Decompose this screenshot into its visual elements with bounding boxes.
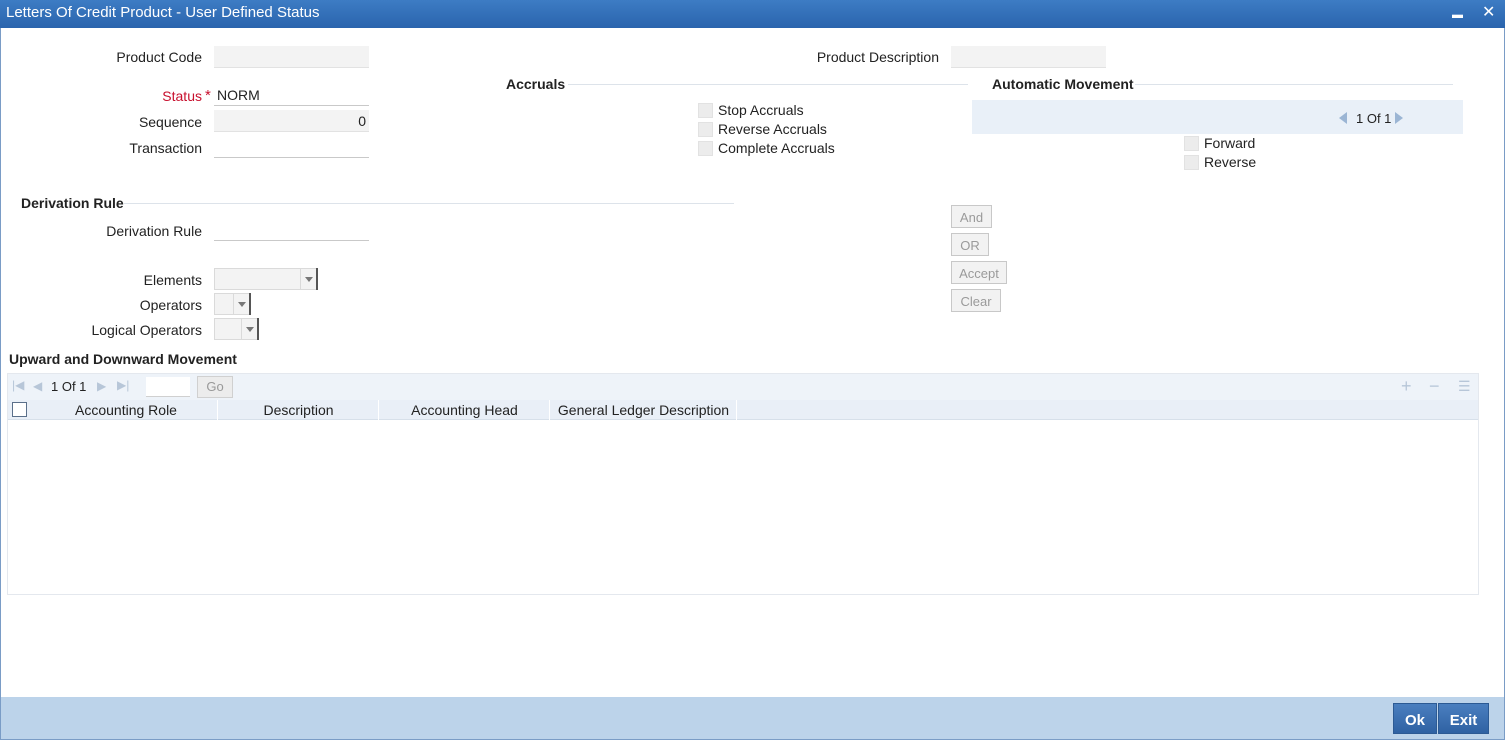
reverse-checkbox[interactable]	[1184, 155, 1199, 170]
accruals-divider	[568, 84, 968, 85]
previous-page-icon[interactable]: ◀	[33, 379, 42, 393]
logical-operators-select[interactable]	[214, 318, 259, 340]
automatic-movement-pager-bar: 1 Of 1	[972, 100, 1463, 134]
column-header-accounting-head[interactable]: Accounting Head	[380, 400, 550, 420]
ok-button[interactable]: Ok	[1393, 703, 1437, 734]
accept-button[interactable]: Accept	[951, 261, 1007, 284]
transaction-field[interactable]	[214, 136, 369, 158]
product-description-field[interactable]	[951, 46, 1106, 68]
derivation-rule-heading: Derivation Rule	[21, 195, 124, 211]
sequence-field[interactable]	[214, 110, 369, 132]
derivation-rule-label: Derivation Rule	[106, 223, 202, 239]
minimize-icon[interactable]: ▬	[1452, 6, 1463, 24]
and-button[interactable]: And	[951, 205, 992, 228]
window-titlebar: Letters Of Credit Product - User Defined…	[0, 0, 1505, 28]
remove-row-icon[interactable]: −	[1429, 376, 1440, 397]
status-field[interactable]	[214, 84, 369, 106]
select-all-checkbox[interactable]	[12, 402, 27, 417]
complete-accruals-checkbox[interactable]	[698, 141, 713, 156]
automatic-movement-heading: Automatic Movement	[992, 76, 1134, 92]
previous-record-icon[interactable]	[1339, 112, 1347, 124]
view-rows-icon[interactable]: ☰	[1458, 378, 1471, 395]
page-number-input[interactable]	[146, 377, 190, 397]
window-title: Letters Of Credit Product - User Defined…	[6, 4, 320, 21]
chevron-down-icon	[300, 269, 317, 289]
add-row-icon[interactable]: +	[1401, 376, 1412, 397]
column-header-accounting-role[interactable]: Accounting Role	[35, 400, 218, 420]
chevron-down-icon	[233, 294, 250, 314]
stop-accruals-label: Stop Accruals	[718, 102, 804, 118]
complete-accruals-label: Complete Accruals	[718, 140, 835, 156]
clear-button[interactable]: Clear	[951, 289, 1001, 312]
grid-toolbar: |◀ ◀ 1 Of 1 ▶ ▶| Go + − ☰	[8, 374, 1478, 400]
footer-bar: Ok Exit	[1, 697, 1504, 739]
operators-label: Operators	[139, 297, 202, 313]
first-page-icon[interactable]: |◀	[12, 378, 24, 392]
reverse-accruals-label: Reverse Accruals	[718, 121, 827, 137]
column-header-description[interactable]: Description	[219, 400, 379, 420]
status-label: Status	[162, 88, 202, 104]
stop-accruals-checkbox[interactable]	[698, 103, 713, 118]
grid-pager: 1 Of 1	[51, 379, 87, 394]
required-indicator: *	[205, 87, 211, 104]
elements-select[interactable]	[214, 268, 318, 290]
close-icon[interactable]: ✕	[1482, 4, 1495, 22]
automatic-movement-pager: 1 Of 1	[1356, 111, 1392, 126]
logical-operators-label: Logical Operators	[91, 322, 202, 338]
chevron-down-icon	[241, 319, 258, 339]
product-code-label: Product Code	[116, 49, 202, 65]
automatic-movement-divider	[1135, 84, 1453, 85]
next-record-icon[interactable]	[1395, 112, 1403, 124]
derivation-rule-field[interactable]	[214, 219, 369, 241]
transaction-label: Transaction	[129, 140, 202, 156]
or-button[interactable]: OR	[951, 233, 989, 256]
product-code-field[interactable]	[214, 46, 369, 68]
derivation-rule-divider	[124, 203, 734, 204]
movement-grid-heading: Upward and Downward Movement	[9, 351, 237, 367]
forward-checkbox[interactable]	[1184, 136, 1199, 151]
sequence-label: Sequence	[138, 114, 202, 130]
reverse-label: Reverse	[1204, 154, 1257, 170]
grid-header-row: Accounting Role Description Accounting H…	[8, 400, 1478, 420]
exit-button[interactable]: Exit	[1438, 703, 1489, 734]
next-page-icon[interactable]: ▶	[97, 379, 106, 393]
forward-label: Forward	[1204, 135, 1256, 151]
go-button[interactable]: Go	[197, 376, 233, 398]
reverse-accruals-checkbox[interactable]	[698, 122, 713, 137]
last-page-icon[interactable]: ▶|	[117, 378, 129, 392]
operators-select[interactable]	[214, 293, 251, 315]
movement-grid: |◀ ◀ 1 Of 1 ▶ ▶| Go + − ☰ Accounting Rol…	[7, 373, 1479, 595]
accruals-heading: Accruals	[506, 76, 566, 92]
column-header-gl-description[interactable]: General Ledger Description	[551, 400, 737, 420]
product-description-label: Product Description	[816, 49, 939, 65]
elements-label: Elements	[143, 272, 202, 288]
